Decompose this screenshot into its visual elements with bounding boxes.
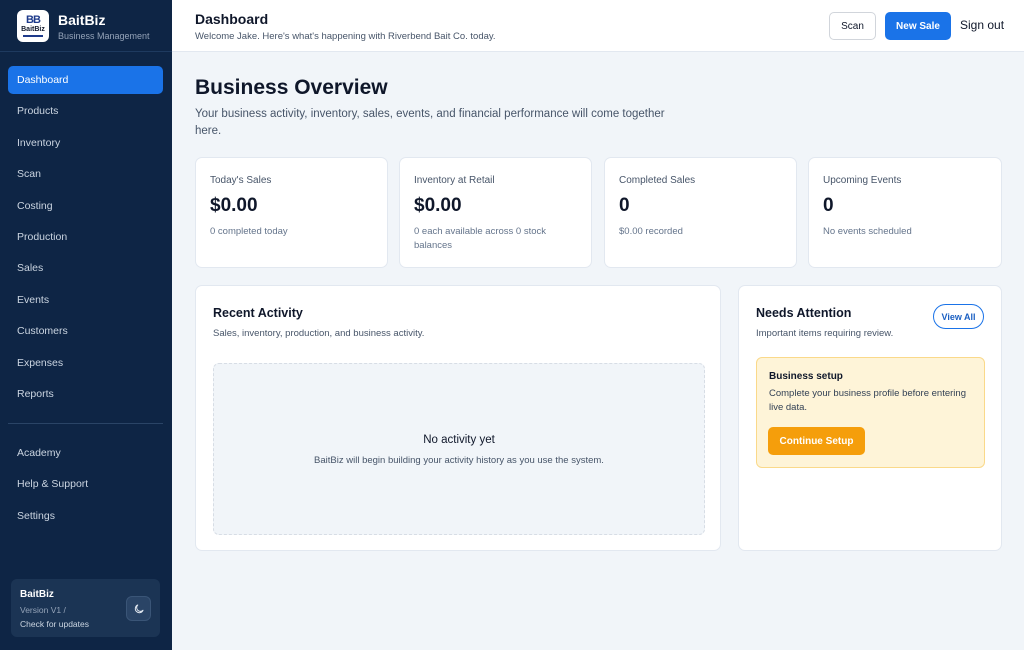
- sidebar-item-customers[interactable]: Customers: [8, 317, 163, 345]
- sidebar-item-settings[interactable]: Settings: [8, 502, 163, 530]
- version-app-name: BaitBiz: [20, 589, 54, 600]
- moon-icon: [134, 604, 143, 613]
- sidebar-item-dashboard[interactable]: Dashboard: [8, 66, 163, 94]
- logo-monogram: BB: [26, 14, 41, 26]
- sidebar-item-academy[interactable]: Academy: [8, 439, 163, 467]
- app-tagline: Business Management: [58, 31, 150, 41]
- logo-wordmark: BaitBiz: [21, 26, 45, 33]
- scan-button[interactable]: Scan: [829, 12, 876, 40]
- sidebar-item-products[interactable]: Products: [8, 97, 163, 125]
- stat-value: $0.00: [414, 195, 462, 216]
- sidebar-item-expenses[interactable]: Expenses: [8, 349, 163, 377]
- needs-attention-title: Needs Attention: [756, 306, 852, 320]
- page-header-title: Dashboard: [195, 11, 269, 27]
- welcome-message: Welcome Jake. Here's what's happening wi…: [195, 31, 496, 42]
- sidebar-item-sales[interactable]: Sales: [8, 254, 163, 282]
- stat-note: $0.00 recorded: [619, 226, 683, 237]
- sidebar-item-inventory[interactable]: Inventory: [8, 129, 163, 157]
- sidebar-item-reports[interactable]: Reports: [8, 380, 163, 408]
- stat-card-todays-sales: Today's Sales $0.00 0 completed today: [195, 157, 388, 268]
- attention-card-title: Business setup: [769, 371, 843, 382]
- recent-activity-subtitle: Sales, inventory, production, and busine…: [213, 328, 425, 339]
- brand: BB BaitBiz BaitBiz Business Management: [0, 0, 172, 52]
- empty-state-title: No activity yet: [423, 434, 495, 446]
- check-updates-link[interactable]: Check for updates: [20, 619, 89, 629]
- stat-card-upcoming-events: Upcoming Events 0 No events scheduled: [808, 157, 1002, 268]
- stat-note: 0 completed today: [210, 226, 288, 237]
- empty-state-text: BaitBiz will begin building your activit…: [314, 455, 604, 466]
- page-description: Your business activity, inventory, sales…: [195, 108, 665, 137]
- version-box: BaitBiz Version V1 / Check for updates: [11, 579, 160, 637]
- secondary-nav: Academy Help & Support Settings: [8, 439, 163, 533]
- theme-toggle-button[interactable]: [126, 596, 151, 621]
- continue-setup-button[interactable]: Continue Setup: [768, 427, 865, 455]
- stat-label: Inventory at Retail: [414, 175, 495, 186]
- stat-card-inventory-retail: Inventory at Retail $0.00 0 each availab…: [399, 157, 592, 268]
- stat-label: Today's Sales: [210, 175, 272, 186]
- needs-attention-panel: Needs Attention Important items requirin…: [738, 285, 1002, 551]
- sidebar-divider: [8, 423, 163, 424]
- stat-value: 0: [823, 195, 834, 216]
- stat-note: 0 each available across 0 stock balances: [414, 226, 547, 251]
- sidebar-item-production[interactable]: Production: [8, 223, 163, 251]
- sidebar-item-help-support[interactable]: Help & Support: [8, 470, 163, 498]
- stat-value: 0: [619, 195, 630, 216]
- main-nav: Dashboard Products Inventory Scan Costin…: [8, 66, 163, 411]
- sidebar-item-costing[interactable]: Costing: [8, 192, 163, 220]
- stat-label: Completed Sales: [619, 175, 696, 186]
- needs-attention-subtitle: Important items requiring review.: [756, 328, 894, 339]
- version-label: Version V1 /: [20, 605, 66, 615]
- sidebar-item-scan[interactable]: Scan: [8, 160, 163, 188]
- stat-card-completed-sales: Completed Sales 0 $0.00 recorded: [604, 157, 797, 268]
- activity-empty-state: No activity yet BaitBiz will begin build…: [213, 363, 705, 535]
- new-sale-button[interactable]: New Sale: [885, 12, 951, 40]
- view-all-button[interactable]: View All: [933, 304, 984, 329]
- sidebar-item-events[interactable]: Events: [8, 286, 163, 314]
- stat-note: No events scheduled: [823, 226, 912, 237]
- stat-value: $0.00: [210, 195, 258, 216]
- logo-underline: [23, 35, 43, 37]
- app-name: BaitBiz: [58, 12, 106, 28]
- stat-label: Upcoming Events: [823, 175, 902, 186]
- recent-activity-title: Recent Activity: [213, 306, 303, 320]
- business-setup-card: Business setup Complete your business pr…: [756, 357, 985, 468]
- sidebar: BB BaitBiz BaitBiz Business Management D…: [0, 0, 172, 650]
- top-bar: Dashboard Welcome Jake. Here's what's ha…: [172, 0, 1024, 52]
- attention-card-text: Complete your business profile before en…: [769, 388, 966, 413]
- app-logo: BB BaitBiz: [17, 10, 49, 42]
- page-title: Business Overview: [195, 76, 388, 99]
- sign-out-link[interactable]: Sign out: [960, 18, 1004, 32]
- recent-activity-panel: Recent Activity Sales, inventory, produc…: [195, 285, 721, 551]
